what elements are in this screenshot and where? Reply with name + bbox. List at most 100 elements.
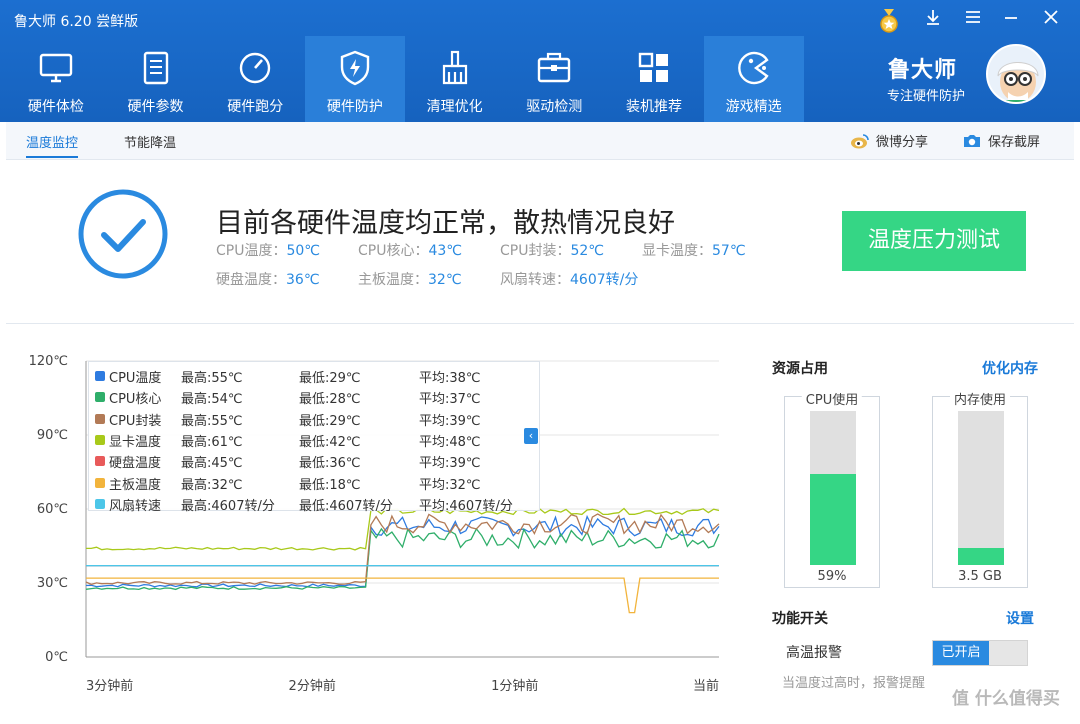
nav-build-recommend[interactable]: 装机推荐	[604, 36, 704, 122]
avatar[interactable]	[986, 44, 1046, 104]
legend-min: 最低:42℃	[299, 434, 361, 450]
y-tick-label: 30℃	[37, 576, 68, 591]
temp-value: 52℃	[570, 243, 605, 259]
series-line-2	[85, 513, 720, 586]
nav-label: 硬件防护	[326, 99, 383, 115]
legend-row: 硬盘温度 最高:45℃ 最低:36℃ 平均:39℃	[95, 451, 535, 471]
legend-avg: 平均:38℃	[419, 371, 481, 386]
camera-icon	[964, 134, 980, 147]
cpu-usage-fill	[810, 474, 856, 565]
temp-value: 4607转/分	[570, 272, 639, 288]
disk-temp-readout: 硬盘温度：36℃	[216, 269, 320, 289]
status-panel: 目前各硬件温度均正常，散热情况良好 CPU温度：50℃ CPU核心：43℃ CP…	[6, 161, 1074, 324]
legend-min: 最低:29℃	[299, 413, 361, 429]
tab-energy-saving[interactable]: 节能降温	[124, 132, 176, 151]
high-temp-alarm-label: 高温报警	[786, 645, 842, 661]
medal-icon[interactable]	[876, 8, 902, 34]
weibo-share-label: 微博分享	[876, 135, 929, 150]
temp-label: 硬盘温度：	[216, 272, 286, 288]
board-temp-readout: 主板温度：32℃	[358, 269, 462, 289]
nav-cleanup[interactable]: 清理优化	[405, 36, 505, 122]
cpu-usage-track	[810, 411, 856, 565]
cpu-usage-gauge: CPU使用 59%	[784, 389, 880, 588]
save-screenshot-label: 保存截屏	[988, 135, 1041, 150]
legend-avg: 平均:32℃	[419, 477, 481, 493]
legend-avg: 平均:39℃	[419, 413, 481, 429]
legend-max: 最高:61℃	[181, 434, 243, 450]
nav-label: 驱动检测	[526, 99, 583, 115]
menu-icon[interactable]	[958, 8, 988, 34]
legend-avg: 平均:4607转/分	[419, 498, 513, 514]
memory-usage-fill	[958, 548, 1004, 565]
alarm-hint: 当温度过高时，报警提醒	[782, 676, 926, 691]
legend-max: 最高:55℃	[181, 413, 243, 429]
close-icon[interactable]	[1036, 8, 1066, 34]
legend-min: 最低:28℃	[299, 392, 361, 408]
legend-swatch	[95, 498, 105, 509]
x-tick-label: 当前	[693, 678, 719, 694]
fan-speed-readout: 风扇转速：4607转/分	[500, 269, 638, 289]
legend-series-name: 主板温度	[109, 477, 162, 493]
nav-hardware-benchmark[interactable]: 硬件跑分	[205, 36, 305, 122]
legend-row: 风扇转速 最高:4607转/分 最低:4607转/分 平均:4607转/分	[95, 494, 535, 514]
temp-value: 43℃	[428, 243, 463, 259]
legend-max: 最高:4607转/分	[181, 498, 275, 514]
resources-title: 资源占用	[772, 361, 828, 377]
monitor-icon	[39, 53, 73, 83]
nav-label: 硬件参数	[127, 99, 184, 115]
gpu-temp-readout: 显卡温度：57℃	[642, 240, 746, 260]
gauge-icon	[240, 52, 271, 84]
temp-label: CPU温度：	[216, 243, 287, 259]
legend-avg: 平均:37℃	[419, 392, 481, 408]
document-icon	[143, 51, 168, 85]
status-headline: 目前各硬件温度均正常，散热情况良好	[216, 208, 675, 239]
optimize-memory-link[interactable]: 优化内存	[982, 358, 1038, 378]
brand-slogan: 专注硬件防护	[887, 89, 966, 104]
y-tick-label: 0℃	[45, 650, 68, 665]
download-icon[interactable]	[918, 8, 948, 34]
nav-driver-check[interactable]: 驱动检测	[504, 36, 604, 122]
nav-hardware-protection[interactable]: 硬件防护	[305, 36, 405, 122]
cpu-core-readout: CPU核心：43℃	[358, 240, 462, 260]
weibo-icon	[851, 133, 869, 148]
legend-min: 最低:36℃	[299, 456, 361, 472]
legend-swatch	[95, 371, 105, 381]
legend-avg: 平均:39℃	[419, 456, 481, 472]
app-window: 鲁大师 6.20 尝鲜版 硬件体检 硬件参数 硬件跑分 硬件防护 清理优化 驱动…	[0, 0, 1080, 724]
nav-hardware-params[interactable]: 硬件参数	[106, 36, 206, 122]
nav-label: 装机推荐	[625, 99, 682, 115]
legend-max: 最高:55℃	[181, 371, 243, 386]
weibo-share-button[interactable]: 微博分享	[850, 131, 928, 150]
memory-usage-title: 内存使用	[949, 389, 1011, 408]
high-temp-alarm-toggle[interactable]: 已开启	[932, 640, 1028, 666]
legend-min: 最低:29℃	[299, 371, 361, 386]
tab-temperature-monitor[interactable]: 温度监控	[26, 132, 79, 158]
series-line-0	[85, 514, 720, 588]
minimize-icon[interactable]	[996, 8, 1026, 34]
memory-usage-gauge: 内存使用 3.5 GB	[932, 389, 1028, 588]
legend-swatch	[95, 413, 105, 424]
temp-label: 显卡温度：	[642, 243, 712, 259]
stress-test-button[interactable]: 温度压力测试	[842, 211, 1026, 271]
nav-label: 游戏精选	[725, 99, 782, 115]
nav-label: 硬件体检	[27, 99, 84, 115]
memory-usage-value: 3.5 GB	[958, 569, 1002, 584]
save-screenshot-button[interactable]: 保存截屏	[962, 131, 1040, 150]
resource-panel: 资源占用 优化内存 CPU使用 59% 内存使用 3.5 GB 功能开关 设置 …	[766, 350, 1066, 710]
nav-label: 清理优化	[426, 99, 483, 115]
nav-game-picks[interactable]: 游戏精选	[703, 36, 804, 122]
toggle-state: 已开启	[933, 641, 989, 665]
nav-hardware-check[interactable]: 硬件体检	[6, 36, 106, 122]
legend-row: 主板温度 最高:32℃ 最低:18℃ 平均:32℃	[95, 473, 535, 493]
cpu-usage-title: CPU使用	[801, 389, 863, 408]
cpu-usage-value: 59%	[817, 569, 847, 584]
sub-tab-bar: 温度监控 节能降温 微博分享 保存截屏	[6, 122, 1074, 160]
legend-swatch	[95, 456, 105, 467]
toolbox-icon	[538, 52, 571, 83]
app-title: 鲁大师 6.20 尝鲜版	[14, 14, 139, 30]
temp-value: 36℃	[286, 272, 320, 288]
legend-collapse-button[interactable]: ‹	[524, 428, 538, 444]
settings-link[interactable]: 设置	[1006, 608, 1034, 628]
temp-value: 50℃	[286, 243, 321, 259]
legend-series-name: 显卡温度	[109, 434, 162, 450]
